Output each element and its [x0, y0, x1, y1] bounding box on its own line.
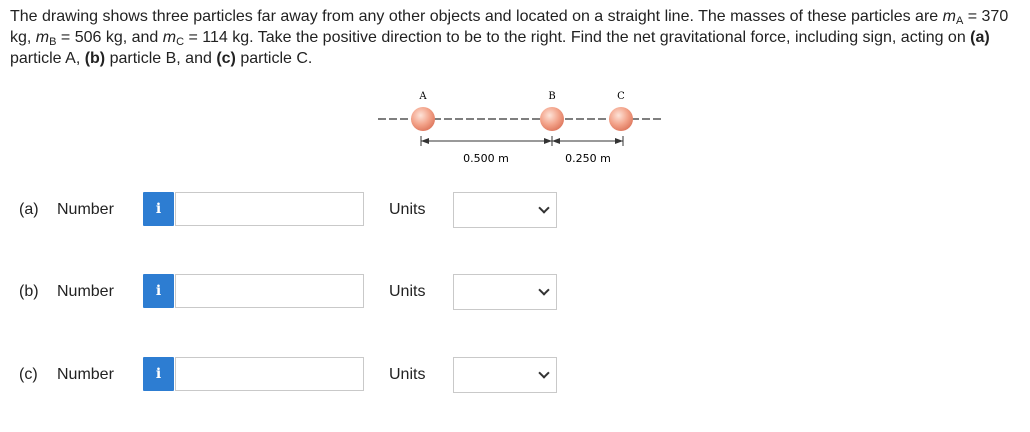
dim-bc-arrow-left — [552, 138, 560, 144]
part-c-marker: (c) — [216, 50, 236, 67]
particles-diagram: A B C 0.500 m 0.250 m — [378, 91, 662, 165]
particle-b — [540, 107, 564, 131]
question-row-c: (c) Number i Units — [0, 356, 1030, 396]
units-select-c[interactable] — [453, 357, 557, 393]
label-b: B — [548, 91, 555, 102]
mass-b-symbol: m — [35, 29, 50, 46]
mass-c-subscript: C — [176, 36, 185, 48]
mass-b-value: = 506 kg, and — [56, 29, 163, 46]
units-label: Units — [389, 283, 426, 300]
particle-a — [411, 107, 435, 131]
mass-c-value: = 114 kg. Take the positive direction to… — [184, 29, 971, 46]
question-row-b: (b) Number i Units — [0, 273, 1030, 313]
mass-a-symbol: m — [942, 8, 956, 25]
info-button[interactable]: i — [143, 192, 174, 226]
number-input-a[interactable] — [175, 192, 364, 226]
distance-bc-label: 0.250 m — [565, 152, 611, 165]
particle-c — [609, 107, 633, 131]
question-label-a: (a) Number — [19, 201, 114, 219]
particles-figure: A B C 0.500 m 0.250 m — [372, 86, 672, 170]
part-a-marker: (a) — [970, 29, 990, 46]
units-label: Units — [389, 366, 426, 383]
part-b-marker: (b) — [84, 50, 106, 67]
units-select-a[interactable] — [453, 192, 557, 228]
number-input-c[interactable] — [175, 357, 364, 391]
distance-ab-label: 0.500 m — [463, 152, 509, 165]
info-icon: i — [155, 283, 162, 299]
question-tag: (c) — [19, 366, 38, 383]
chevron-down-icon — [538, 284, 550, 296]
problem-intro: The drawing shows three particles far aw… — [10, 8, 943, 25]
part-c-text: particle C. — [235, 50, 313, 67]
problem-statement: The drawing shows three particles far aw… — [10, 6, 1025, 69]
dim-ab-arrow-right — [544, 138, 552, 144]
dim-ab-arrow-left — [421, 138, 429, 144]
question-tag: (b) — [19, 283, 39, 300]
chevron-down-icon — [538, 202, 550, 214]
question-tag: (a) — [19, 201, 39, 218]
number-label: Number — [57, 366, 114, 383]
info-icon: i — [155, 366, 162, 382]
info-button[interactable]: i — [143, 274, 174, 308]
number-input-b[interactable] — [175, 274, 364, 308]
label-c: C — [617, 91, 625, 102]
part-a-text: particle A, — [10, 50, 85, 67]
units-select-b[interactable] — [453, 274, 557, 310]
info-button[interactable]: i — [143, 357, 174, 391]
mass-c-symbol: m — [162, 29, 177, 46]
part-b-text: particle B, and — [105, 50, 217, 67]
question-row-a: (a) Number i Units — [0, 191, 1030, 231]
question-label-b: (b) Number — [19, 283, 114, 301]
units-label: Units — [389, 201, 426, 218]
label-a: A — [418, 91, 427, 102]
question-label-c: (c) Number — [19, 366, 114, 384]
dim-bc-arrow-right — [615, 138, 623, 144]
chevron-down-icon — [538, 367, 550, 379]
number-label: Number — [57, 201, 114, 218]
number-label: Number — [57, 283, 114, 300]
info-icon: i — [155, 201, 162, 217]
